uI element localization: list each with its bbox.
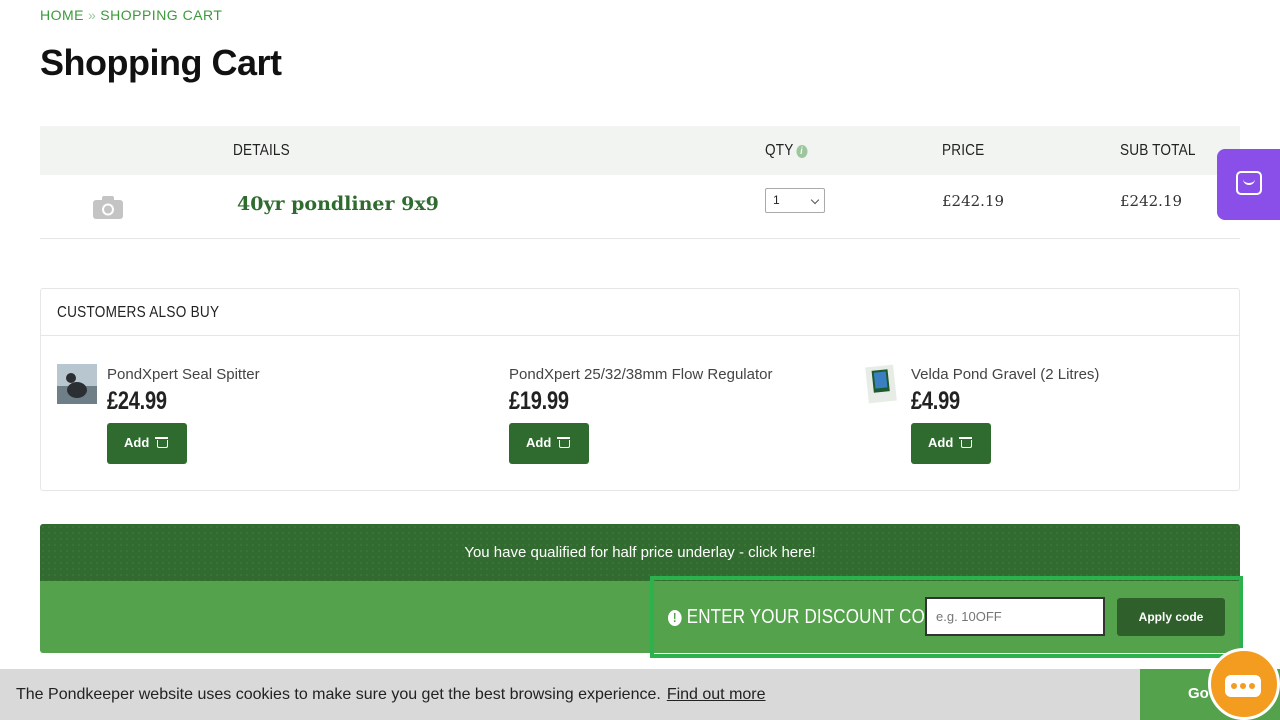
add-to-basket-button[interactable]: Add <box>509 423 589 464</box>
discount-label-text: ENTER YOUR DISCOUNT CODE <box>686 606 949 628</box>
product-name-link[interactable]: 40yr pondliner 9x9 <box>237 193 439 215</box>
header-qty: QTY i <box>765 142 808 160</box>
item-subtotal: £242.19 <box>1120 192 1183 210</box>
header-subtotal: SUB TOTAL <box>1120 142 1196 159</box>
cookie-bar: The Pondkeeper website uses cookies to m… <box>0 669 1280 720</box>
upsell-item: PondXpert 25/32/38mm Flow Regulator £19.… <box>459 364 839 474</box>
chevron-down-icon <box>810 195 820 205</box>
cookie-message-text: The Pondkeeper website uses cookies to m… <box>16 686 661 703</box>
basket-icon <box>557 437 571 448</box>
apply-code-button[interactable]: Apply code <box>1117 598 1225 636</box>
cart-table: DETAILS QTY i PRICE SUB TOTAL 40yr pondli… <box>40 126 1240 239</box>
add-button-label: Add <box>928 435 954 450</box>
upsell-price: £4.99 <box>911 387 960 415</box>
qty-select[interactable]: 1 <box>765 188 825 213</box>
customers-also-buy-panel: CUSTOMERS ALSO BUY PondXpert Seal Spitte… <box>40 288 1240 491</box>
cart-table-header: DETAILS QTY i PRICE SUB TOTAL <box>40 126 1240 175</box>
find-out-more-link[interactable]: Find out more <box>667 686 766 703</box>
add-button-label: Add <box>526 435 552 450</box>
discount-label: ! ENTER YOUR DISCOUNT CODE <box>668 606 949 629</box>
cookie-message: The Pondkeeper website uses cookies to m… <box>16 686 766 704</box>
add-to-basket-button[interactable]: Add <box>911 423 991 464</box>
chat-dots-icon <box>1225 675 1261 697</box>
upsell-price: £19.99 <box>509 387 569 415</box>
breadcrumb-current-link[interactable]: SHOPPING CART <box>100 7 222 23</box>
breadcrumb-home-link[interactable]: HOME <box>40 7 84 23</box>
add-to-basket-button[interactable]: Add <box>107 423 187 464</box>
cart-row: 40yr pondliner 9x9 1 £242.19 £242.19 <box>40 175 1240 239</box>
add-button-label: Add <box>124 435 150 450</box>
product-thumbnail <box>57 364 97 404</box>
alert-icon: ! <box>668 610 682 626</box>
upsell-item: Velda Pond Gravel (2 Litres) £4.99 Add <box>861 364 1241 474</box>
upsell-name[interactable]: Velda Pond Gravel (2 Litres) <box>911 366 1099 383</box>
breadcrumb-separator: » <box>88 7 97 23</box>
header-price: PRICE <box>942 142 985 159</box>
upsell-name[interactable]: PondXpert 25/32/38mm Flow Regulator <box>509 366 772 383</box>
breadcrumb: HOME» SHOPPING CART <box>40 7 222 23</box>
page-title: Shopping Cart <box>40 42 282 83</box>
upsell-price: £24.99 <box>107 387 167 415</box>
basket-icon <box>155 437 169 448</box>
camera-icon <box>93 196 123 219</box>
item-price: £242.19 <box>942 192 1005 210</box>
upsell-item: PondXpert Seal Spitter £24.99 Add <box>57 364 437 474</box>
info-icon[interactable]: i <box>796 145 808 158</box>
basket-icon <box>959 437 973 448</box>
discount-code-input[interactable] <box>925 597 1105 636</box>
also-buy-title-text: CUSTOMERS ALSO BUY <box>57 304 220 321</box>
half-price-underlay-banner[interactable]: You have qualified for half price underl… <box>40 524 1240 581</box>
header-details: DETAILS <box>233 142 290 159</box>
product-thumbnail <box>865 364 897 404</box>
header-qty-label: QTY <box>765 142 794 159</box>
qty-value: 1 <box>773 193 780 207</box>
upsell-name[interactable]: PondXpert Seal Spitter <box>107 366 260 383</box>
live-chat-button[interactable] <box>1208 648 1280 720</box>
also-buy-title: CUSTOMERS ALSO BUY <box>41 289 1239 336</box>
chat-widget-tab[interactable] <box>1217 149 1280 220</box>
